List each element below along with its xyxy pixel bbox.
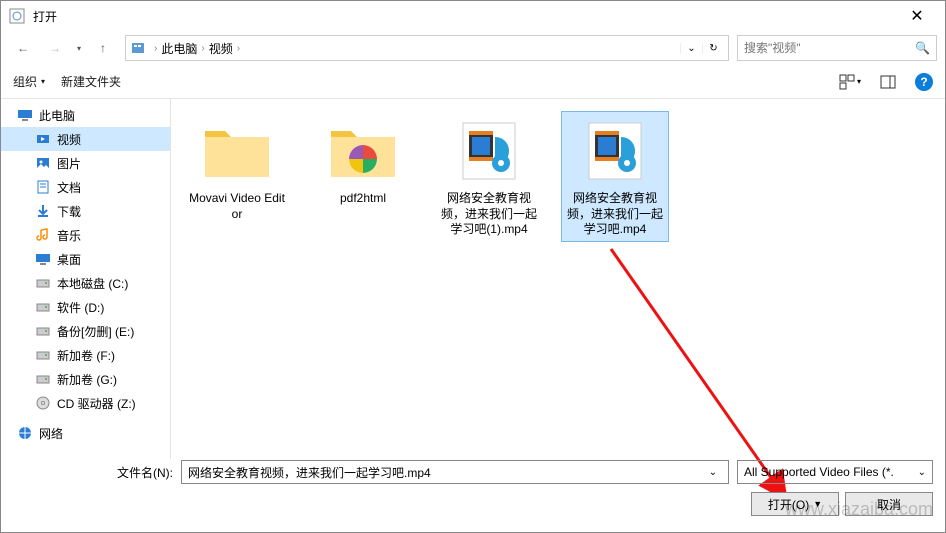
- file-thumb-icon: [319, 115, 407, 187]
- sidebar-item-label: 图片: [57, 155, 81, 172]
- file-label: pdf2html: [340, 191, 386, 207]
- footer: 文件名(N): ⌄ All Supported Video Files (*. …: [1, 452, 945, 524]
- sidebar-item-label: 本地磁盘 (C:): [57, 275, 128, 292]
- breadcrumb-folder[interactable]: 视频: [209, 40, 233, 57]
- help-button[interactable]: ?: [915, 73, 933, 91]
- tree-icon: [35, 299, 51, 315]
- title-bar: 打开 ✕: [1, 1, 945, 31]
- file-item[interactable]: pdf2html: [309, 111, 417, 211]
- refresh-button[interactable]: ↻: [702, 43, 724, 54]
- sidebar-item[interactable]: 音乐: [1, 223, 170, 247]
- sidebar-item-label: 网络: [39, 425, 63, 442]
- tree-icon: [35, 275, 51, 291]
- filetype-filter-label: All Supported Video Files (*.: [744, 465, 894, 479]
- tree-icon: [35, 203, 51, 219]
- filetype-filter[interactable]: All Supported Video Files (*. ⌄: [737, 460, 933, 484]
- filename-label: 文件名(N):: [13, 464, 173, 481]
- up-button[interactable]: ↑: [89, 35, 117, 61]
- search-icon[interactable]: 🔍: [915, 41, 930, 55]
- breadcrumb[interactable]: › 此电脑 › 视频 › ⌄ ↻: [125, 35, 729, 61]
- tree-icon: [35, 131, 51, 147]
- sidebar-item-label: 视频: [57, 131, 81, 148]
- file-list: Movavi Video Editor pdf2html 网络安全教育视频，进来我们…: [171, 99, 945, 459]
- tree-icon: [35, 395, 51, 411]
- folder-icon: [130, 40, 146, 56]
- network-icon: [17, 425, 33, 441]
- sidebar-item-label: 桌面: [57, 251, 81, 268]
- file-thumb-icon: [193, 115, 281, 187]
- file-thumb-icon: [445, 115, 533, 187]
- sidebar-item[interactable]: CD 驱动器 (Z:): [1, 391, 170, 415]
- sidebar-item-network[interactable]: 网络: [1, 421, 170, 445]
- file-item[interactable]: Movavi Video Editor: [183, 111, 291, 226]
- search-box[interactable]: 🔍: [737, 35, 937, 61]
- filename-dropdown[interactable]: ⌄: [704, 467, 722, 478]
- sidebar-item-label: 新加卷 (G:): [57, 371, 117, 388]
- sidebar-item-label: 下载: [57, 203, 81, 220]
- sidebar-item[interactable]: 桌面: [1, 247, 170, 271]
- tree-icon: [35, 323, 51, 339]
- breadcrumb-sep: ›: [154, 43, 157, 54]
- main-area: 此电脑 视频图片文档下载音乐桌面本地磁盘 (C:) 软件 (D:) 备份[勿删] (…: [1, 99, 945, 459]
- sidebar-item[interactable]: 备份[勿删] (E:): [1, 319, 170, 343]
- sidebar-item-label: 软件 (D:): [57, 299, 104, 316]
- sidebar-item-label: 备份[勿删] (E:): [57, 323, 134, 340]
- history-dropdown[interactable]: ▾: [77, 44, 81, 53]
- search-input[interactable]: [744, 41, 915, 55]
- breadcrumb-sep: ›: [201, 43, 204, 54]
- cancel-button[interactable]: 取消: [845, 492, 933, 516]
- view-icons-button[interactable]: ▾: [839, 71, 861, 93]
- tree-icon: [35, 155, 51, 171]
- sidebar-item-label: 此电脑: [39, 107, 75, 124]
- tree-icon: [35, 251, 51, 267]
- file-item[interactable]: 网络安全教育视频，进来我们一起学习吧.mp4: [561, 111, 669, 242]
- nav-bar: ← → ▾ ↑ › 此电脑 › 视频 › ⌄ ↻ 🔍: [1, 31, 945, 65]
- file-thumb-icon: [571, 115, 659, 187]
- breadcrumb-root[interactable]: 此电脑: [161, 40, 197, 57]
- sidebar-item-label: 文档: [57, 179, 81, 196]
- open-button[interactable]: 打开(O)▼: [751, 492, 839, 516]
- breadcrumb-expand[interactable]: ⌄: [680, 43, 702, 54]
- view-panel-button[interactable]: [877, 71, 899, 93]
- chevron-down-icon: ⌄: [918, 467, 926, 478]
- breadcrumb-sep: ›: [237, 43, 240, 54]
- file-label: Movavi Video Editor: [187, 191, 287, 222]
- organize-menu[interactable]: 组织 ▾: [13, 73, 45, 90]
- app-icon: [9, 8, 25, 24]
- filename-input[interactable]: [188, 465, 704, 479]
- tree-icon: [35, 179, 51, 195]
- sidebar-item[interactable]: 新加卷 (F:): [1, 343, 170, 367]
- sidebar-item-label: 新加卷 (F:): [57, 347, 115, 364]
- sidebar-item[interactable]: 软件 (D:): [1, 295, 170, 319]
- sidebar-item[interactable]: 本地磁盘 (C:): [1, 271, 170, 295]
- sidebar-item[interactable]: 下载: [1, 199, 170, 223]
- sidebar-item[interactable]: 新加卷 (G:): [1, 367, 170, 391]
- window-title: 打开: [33, 8, 897, 25]
- sidebar-item-label: CD 驱动器 (Z:): [57, 395, 136, 412]
- sidebar-item[interactable]: 文档: [1, 175, 170, 199]
- sidebar-item-this-pc[interactable]: 此电脑: [1, 103, 170, 127]
- tree-icon: [35, 347, 51, 363]
- tree-icon: [35, 371, 51, 387]
- sidebar-item[interactable]: 视频: [1, 127, 170, 151]
- back-button[interactable]: ←: [9, 35, 37, 61]
- file-item[interactable]: 网络安全教育视频，进来我们一起学习吧(1).mp4: [435, 111, 543, 242]
- new-folder-button[interactable]: 新建文件夹: [61, 73, 121, 90]
- forward-button: →: [41, 35, 69, 61]
- sidebar-item-label: 音乐: [57, 227, 81, 244]
- file-label: 网络安全教育视频，进来我们一起学习吧(1).mp4: [439, 191, 539, 238]
- filename-input-wrapper: ⌄: [181, 460, 729, 484]
- pc-icon: [17, 107, 33, 123]
- tree-icon: [35, 227, 51, 243]
- sidebar-item[interactable]: 图片: [1, 151, 170, 175]
- sidebar: 此电脑 视频图片文档下载音乐桌面本地磁盘 (C:) 软件 (D:) 备份[勿删] (…: [1, 99, 171, 459]
- toolbar: 组织 ▾ 新建文件夹 ▾ ?: [1, 65, 945, 99]
- file-label: 网络安全教育视频，进来我们一起学习吧.mp4: [565, 191, 665, 238]
- close-button[interactable]: ✕: [897, 6, 937, 26]
